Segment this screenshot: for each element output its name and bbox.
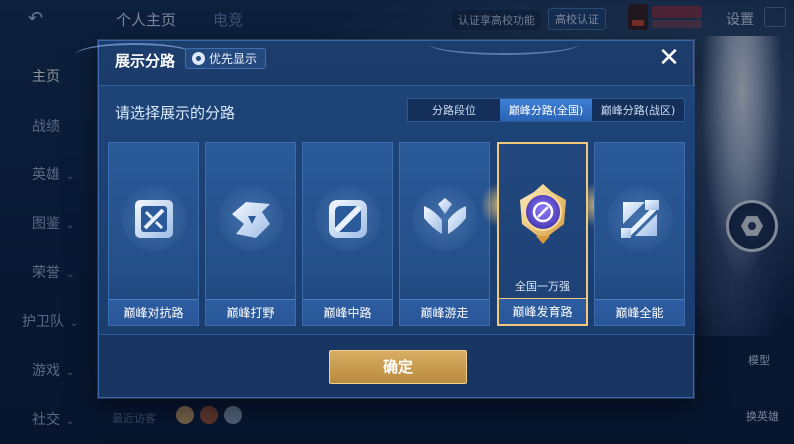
lane-card-label: 巅峰发育路 [499, 298, 586, 324]
lane-type-segmented-control: 分路段位 巅峰分路(全国) 巅峰分路(战区) [407, 98, 685, 122]
icon-halo [314, 185, 382, 253]
dialog-header: 展示分路 优先显示 ✕ [75, 41, 695, 75]
priority-display-button[interactable]: 优先显示 [185, 48, 267, 69]
lane-card-clash[interactable]: 巅峰对抗路 [108, 142, 199, 326]
lane-card-roam[interactable]: 巅峰游走 [399, 142, 490, 326]
clash-lane-icon [135, 200, 173, 238]
lane-selection-panel: 请选择展示的分路 分路段位 巅峰分路(全国) 巅峰分路(战区) 巅峰对抗路 巅峰… [99, 85, 695, 335]
icon-halo [217, 185, 285, 253]
lane-card-jungle[interactable]: 巅峰打野 [205, 142, 296, 326]
lane-card-farm[interactable]: 全国一万强 巅峰发育路 [497, 142, 588, 326]
lane-card-label: 巅峰对抗路 [109, 299, 198, 325]
lane-card-label: 巅峰打野 [206, 299, 295, 325]
priority-display-label: 优先显示 [209, 52, 258, 66]
gear-icon [192, 52, 205, 65]
mid-lane-icon [329, 200, 367, 238]
lane-card-mid[interactable]: 巅峰中路 [302, 142, 393, 326]
confirm-button[interactable]: 确定 [329, 350, 467, 384]
display-lane-dialog: 展示分路 优先显示 ✕ 请选择展示的分路 分路段位 巅峰分路(全国) 巅峰分路(… [75, 40, 695, 398]
lane-card-label: 巅峰游走 [400, 299, 489, 325]
icon-halo [120, 185, 188, 253]
all-round-icon [621, 200, 659, 238]
farm-lane-rank-badge-icon [520, 184, 566, 244]
lane-card-label: 巅峰全能 [595, 299, 684, 325]
header-swirl-decoration [429, 33, 579, 55]
national-rank-text: 全国一万强 [515, 280, 570, 293]
close-icon[interactable]: ✕ [655, 45, 683, 73]
lane-card-list: 巅峰对抗路 巅峰打野 巅峰中路 巅峰游走 全国一万强 巅峰发育路 巅峰全能 [108, 142, 688, 328]
tab-peak-lane-national[interactable]: 巅峰分路(全国) [500, 99, 592, 121]
icon-halo [606, 185, 674, 253]
tab-lane-rank[interactable]: 分路段位 [408, 99, 500, 121]
roam-icon [424, 198, 466, 234]
lane-card-label: 巅峰中路 [303, 299, 392, 325]
jungle-icon [232, 202, 270, 238]
tab-peak-lane-region[interactable]: 巅峰分路(战区) [592, 99, 684, 121]
dialog-title: 展示分路 [115, 52, 176, 70]
icon-halo [411, 185, 479, 253]
instruction-text: 请选择展示的分路 [115, 104, 236, 122]
lane-card-allround[interactable]: 巅峰全能 [594, 142, 685, 326]
